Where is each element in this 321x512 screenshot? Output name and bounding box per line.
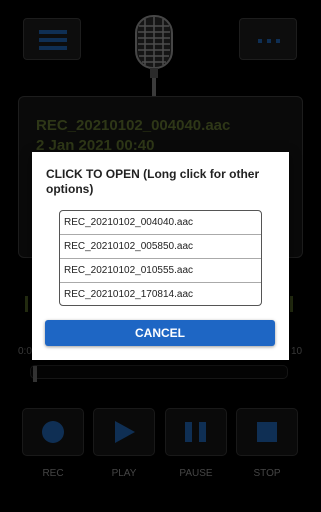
open-file-dialog: CLICK TO OPEN (Long click for other opti… [32,152,289,360]
cancel-button[interactable]: CANCEL [45,320,275,346]
file-list: REC_20210102_004040.aac REC_20210102_005… [59,210,262,306]
file-list-item[interactable]: REC_20210102_005850.aac [60,235,261,259]
file-list-item[interactable]: REC_20210102_010555.aac [60,259,261,283]
file-list-item[interactable]: REC_20210102_004040.aac [60,211,261,235]
dialog-title: CLICK TO OPEN (Long click for other opti… [46,167,260,196]
file-list-item[interactable]: REC_20210102_170814.aac [60,283,261,305]
